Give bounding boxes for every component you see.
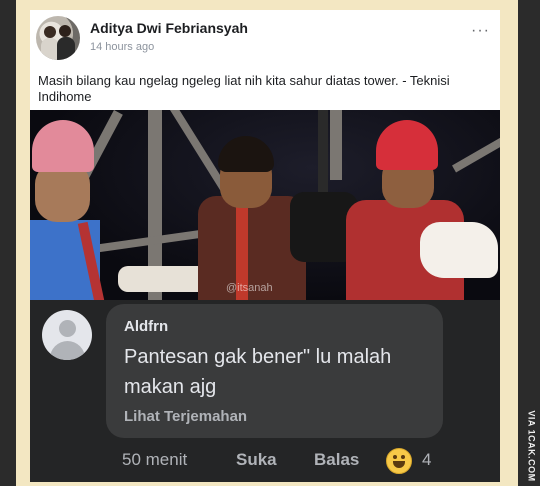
comment-card: Aldfrn Pantesan gak bener" lu malah maka… — [30, 300, 500, 482]
more-options-icon[interactable]: ··· — [471, 22, 490, 40]
reply-button[interactable]: Balas — [314, 450, 359, 470]
post-header: Aditya Dwi Febriansyah 14 hours ago ··· — [36, 16, 494, 68]
like-button[interactable]: Suka — [236, 450, 277, 470]
commenter-avatar[interactable] — [42, 310, 92, 360]
facebook-post: Aditya Dwi Febriansyah 14 hours ago ··· … — [30, 10, 500, 302]
post-time[interactable]: 14 hours ago — [90, 41, 154, 53]
side-watermark: VIA 1CAK.COM — [527, 410, 538, 482]
post-caption: Masih bilang kau ngelag ngeleg liat nih … — [38, 73, 450, 104]
reaction-count[interactable]: 4 — [422, 450, 431, 470]
haha-emoji-icon[interactable] — [386, 448, 412, 474]
author-avatar[interactable] — [36, 16, 80, 60]
left-border-strip — [0, 0, 16, 486]
photo-watermark: @itsanah — [226, 282, 273, 294]
comment-bubble: Aldfrn Pantesan gak bener" lu malah maka… — [106, 304, 443, 438]
comment-actions: 50 menit Suka Balas 4 — [122, 448, 482, 474]
author-name[interactable]: Aditya Dwi Febriansyah — [90, 20, 248, 36]
comment-text: Pantesan gak bener" lu malah makan ajg — [124, 346, 392, 398]
post-photo[interactable]: @itsanah — [30, 110, 500, 302]
comment-time[interactable]: 50 menit — [122, 450, 187, 470]
commenter-name[interactable]: Aldfrn — [124, 318, 168, 335]
see-translation-link[interactable]: Lihat Terjemahan — [124, 408, 247, 425]
